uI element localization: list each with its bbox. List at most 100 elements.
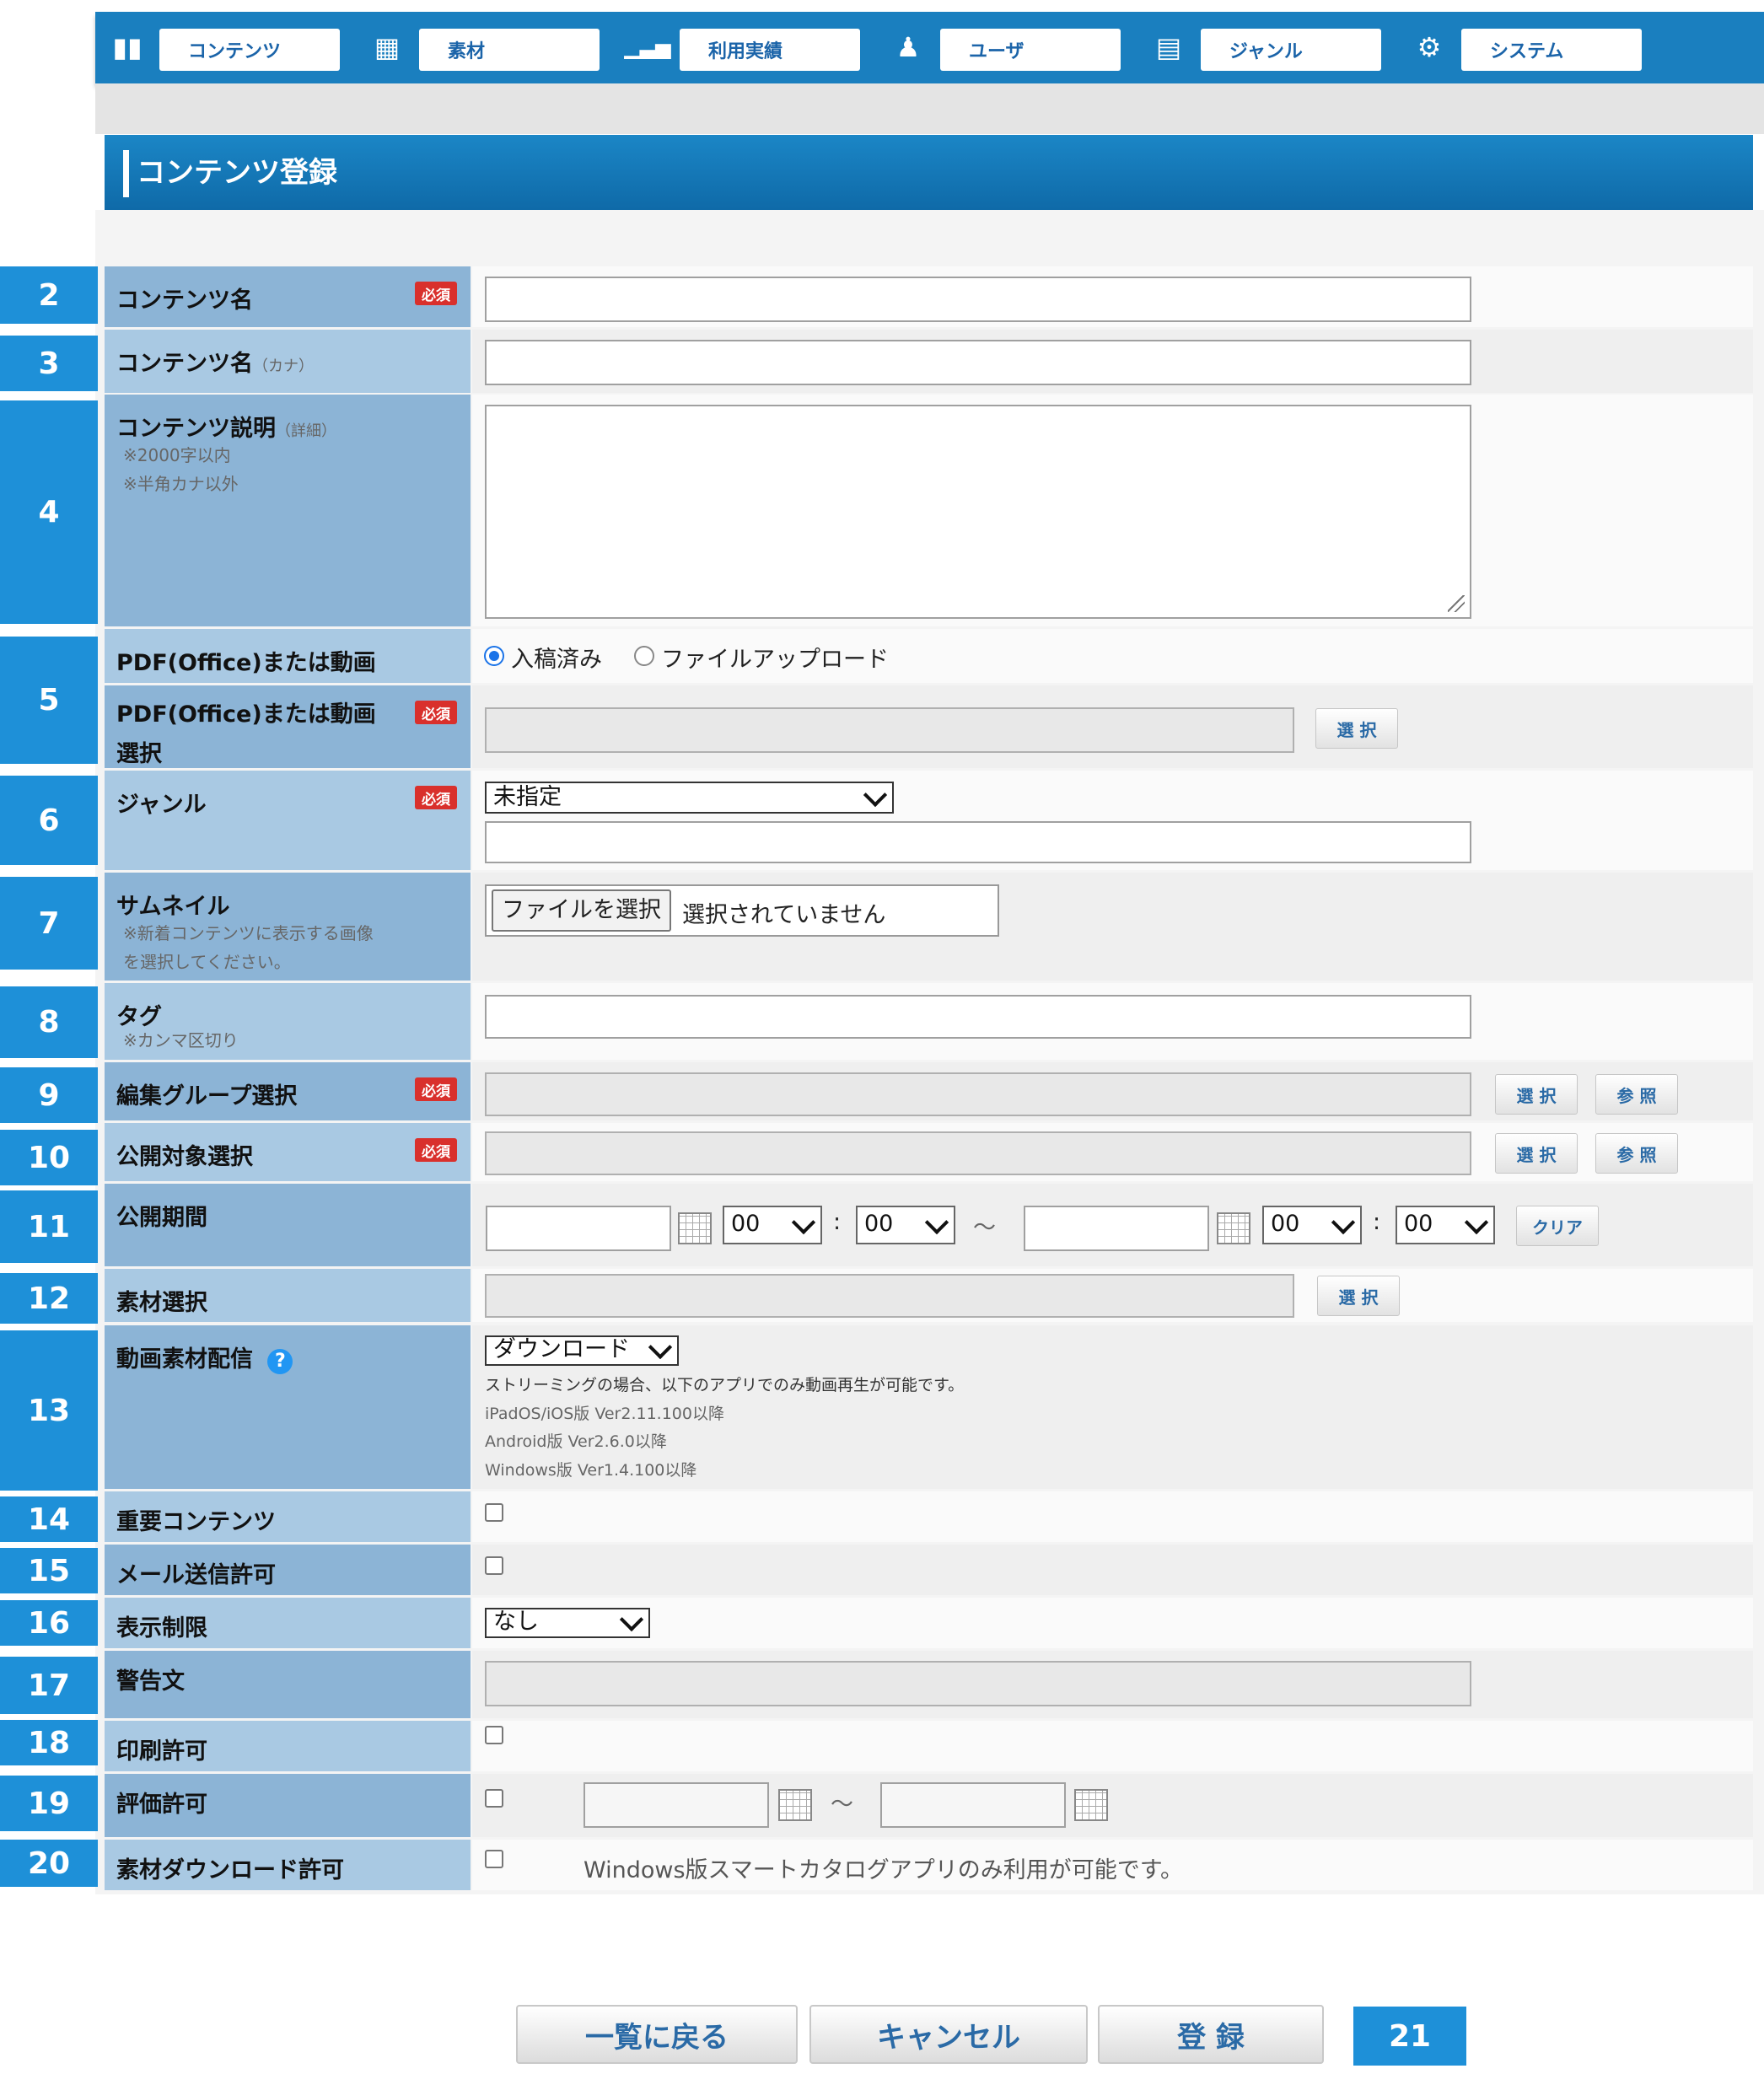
publish-start-date-input[interactable] [486, 1206, 671, 1251]
edit-group-select-button[interactable]: 選 択 [1495, 1074, 1578, 1115]
nav-button-materials[interactable]: 素材 [419, 29, 600, 71]
material-select-button[interactable]: 選 択 [1317, 1276, 1400, 1316]
edit-group-field [485, 1072, 1471, 1116]
publish-start-hour-select[interactable]: 00 [723, 1206, 822, 1244]
video-delivery-select[interactable]: ダウンロード [485, 1335, 679, 1366]
label-publish-period-text: 公開期間 [116, 1205, 207, 1231]
label-kana-suffix: （カナ） [253, 357, 314, 375]
value-tag [472, 983, 1753, 1060]
radio-submitted-label[interactable]: 入稿済み [511, 641, 602, 674]
thumbnail-file-input[interactable]: ファイルを選択 選択されていません [485, 884, 999, 937]
mail-permit-checkbox[interactable] [485, 1556, 503, 1575]
publish-start-minute-select[interactable]: 00 [856, 1206, 955, 1244]
calendar-icon[interactable] [1074, 1789, 1108, 1821]
label-content-name-kana: コンテンツ名（カナ） [105, 330, 471, 393]
label-pdf-video-text: PDF(Office)または動画 [116, 650, 376, 676]
video-delivery-android: Android版 Ver2.6.0以降 [485, 1432, 667, 1451]
label-description-suffix: （詳細） [276, 422, 336, 440]
value-content-name [472, 266, 1753, 327]
publish-period-clear-button[interactable]: クリア [1516, 1206, 1599, 1246]
genre-select[interactable]: 未指定 [485, 782, 894, 814]
edit-group-refer-button[interactable]: 参 照 [1595, 1074, 1678, 1115]
register-button[interactable]: 登 録 [1098, 2005, 1324, 2064]
time-colon: : [1373, 1209, 1381, 1235]
label-important: 重要コンテンツ [105, 1491, 471, 1542]
publish-end-minute-select[interactable]: 00 [1396, 1206, 1495, 1244]
video-delivery-note: ストリーミングの場合、以下のアプリでのみ動画再生が可能です。 [485, 1376, 965, 1394]
required-badge: 必須 [415, 701, 457, 724]
radio-file-upload-label[interactable]: ファイルアップロード [661, 641, 889, 674]
content-description-textarea[interactable] [485, 405, 1471, 619]
publish-target-field [485, 1131, 1471, 1175]
pdf-video-file-field [485, 707, 1294, 753]
publish-end-hour-select[interactable]: 00 [1262, 1206, 1362, 1244]
calendar-icon[interactable] [678, 1212, 712, 1244]
rating-permit-checkbox[interactable] [485, 1789, 503, 1808]
no-file-selected-text: 選択されていません [682, 902, 886, 928]
tag-input[interactable] [485, 995, 1471, 1039]
marker-17: 17 [0, 1657, 98, 1714]
video-delivery-windows: Windows版 Ver1.4.100以降 [485, 1461, 697, 1480]
content-name-input[interactable] [485, 277, 1471, 322]
marker-6: 6 [0, 776, 98, 865]
label-thumbnail: サムネイル ※新着コンテンツに表示する画像 を選択してください。 [105, 873, 471, 981]
user-icon: ♟ [895, 31, 921, 63]
required-badge: 必須 [415, 1077, 457, 1101]
publish-end-date-input[interactable] [1024, 1206, 1209, 1251]
marker-8: 8 [0, 986, 98, 1058]
rating-end-date-input[interactable] [880, 1782, 1066, 1828]
label-thumbnail-text: サムネイル [116, 894, 230, 920]
help-icon[interactable]: ? [267, 1349, 293, 1374]
chevron-down-icon [648, 1335, 673, 1360]
resize-handle-icon[interactable] [1448, 595, 1465, 612]
display-limit-select[interactable]: なし [485, 1607, 650, 1638]
nav-button-genres[interactable]: ジャンル [1201, 29, 1381, 71]
radio-file-upload[interactable] [634, 646, 654, 666]
label-display-limit: 表示制限 [105, 1598, 471, 1648]
marker-2: 2 [0, 266, 98, 324]
label-rating-permit-text: 評価許可 [116, 1792, 207, 1818]
label-pdf-video-select-line2: 選択 [116, 741, 162, 767]
rating-start-date-input[interactable] [584, 1782, 769, 1828]
calendar-icon[interactable] [778, 1789, 812, 1821]
calendar-icon[interactable] [1217, 1212, 1250, 1244]
cancel-button[interactable]: キャンセル [809, 2005, 1088, 2064]
end-hour-value: 00 [1271, 1211, 1300, 1237]
genre-input[interactable] [485, 821, 1471, 863]
value-content-description [472, 395, 1753, 626]
marker-21: 21 [1353, 2007, 1466, 2066]
choose-file-button[interactable]: ファイルを選択 [492, 889, 671, 932]
publish-target-select-button[interactable]: 選 択 [1495, 1133, 1578, 1174]
label-genre: ジャンル 必須 [105, 771, 471, 870]
publish-target-refer-button[interactable]: 参 照 [1595, 1133, 1678, 1174]
time-colon: : [833, 1209, 842, 1235]
label-description-text: コンテンツ説明 [116, 416, 276, 442]
content-name-kana-input[interactable] [485, 340, 1471, 385]
label-pdf-video-select-line1: PDF(Office)または動画 [116, 701, 376, 728]
value-display-limit: なし [472, 1598, 1753, 1648]
label-publish-target: 公開対象選択 必須 [105, 1123, 471, 1181]
material-download-checkbox[interactable] [485, 1850, 503, 1868]
label-mail-permit-text: メール送信許可 [116, 1562, 276, 1588]
label-publish-period: 公開期間 [105, 1184, 471, 1266]
back-to-list-button[interactable]: 一覧に戻る [516, 2005, 798, 2064]
value-important [472, 1491, 1753, 1542]
nav-button-system[interactable]: システム [1461, 29, 1642, 71]
nav-button-users[interactable]: ユーザ [940, 29, 1121, 71]
marker-12: 12 [0, 1273, 98, 1324]
material-download-note: Windows版スマートカタログアプリのみ利用が可能です。 [584, 1857, 1184, 1883]
nav-button-contents[interactable]: コンテンツ [159, 29, 340, 71]
important-checkbox[interactable] [485, 1503, 503, 1522]
marker-10: 10 [0, 1130, 98, 1185]
label-pdf-video-select: PDF(Office)または動画 選択 必須 [105, 685, 471, 768]
pdf-video-select-button[interactable]: 選 択 [1315, 708, 1398, 749]
nav-button-usage[interactable]: 利用実績 [680, 29, 860, 71]
marker-13: 13 [0, 1330, 98, 1491]
marker-5: 5 [0, 637, 98, 764]
print-permit-checkbox[interactable] [485, 1726, 503, 1744]
marker-20: 20 [0, 1840, 98, 1887]
video-delivery-value: ダウンロード [493, 1336, 630, 1362]
label-material-download: 素材ダウンロード許可 [105, 1840, 471, 1890]
radio-submitted[interactable] [484, 646, 504, 666]
label-warning-text-text: 警告文 [116, 1668, 185, 1695]
